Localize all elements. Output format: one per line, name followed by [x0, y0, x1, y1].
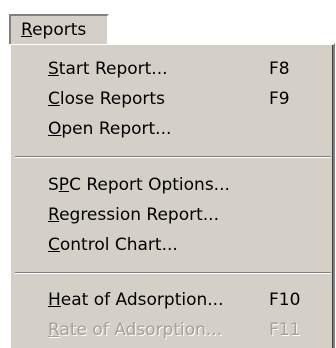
- menu-item-regression-report[interactable]: Regression Report...: [11, 200, 331, 230]
- menu-item-close-reports[interactable]: Close Reports F9: [11, 84, 331, 114]
- menu-item-label: SPC Report Options...: [48, 175, 230, 195]
- shortcut-label: F11: [269, 320, 301, 340]
- shortcut-label: F8: [269, 59, 290, 79]
- menu-item-label: Close Reports: [48, 89, 165, 109]
- menu-item-label: Heat of Adsorption...: [48, 290, 224, 310]
- menu-item-label: Open Report...: [48, 119, 172, 139]
- menu-reports[interactable]: Reports: [9, 14, 109, 44]
- menu-item-rate-of-adsorption: Rate of Adsorption... F11: [11, 315, 331, 345]
- menu-item-spc-report-options[interactable]: SPC Report Options...: [11, 170, 331, 200]
- shortcut-label: F10: [269, 290, 301, 310]
- menu-item-open-report[interactable]: Open Report...: [11, 114, 331, 144]
- menu-item-label: Start Report...: [48, 59, 168, 79]
- menu-item-label: Regression Report...: [48, 205, 219, 225]
- menu-item-heat-of-adsorption[interactable]: Heat of Adsorption... F10: [11, 285, 331, 315]
- menu-item-label: Control Chart...: [48, 235, 178, 255]
- shortcut-label: F9: [269, 89, 290, 109]
- menu-item-control-chart[interactable]: Control Chart...: [11, 230, 331, 260]
- menu-separator: [15, 272, 331, 274]
- menu-item-start-report[interactable]: Start Report... F8: [11, 54, 331, 84]
- menu-item-label: Rate of Adsorption...: [48, 320, 223, 340]
- reports-dropdown: Start Report... F8 Close Reports F9 Open…: [9, 43, 335, 348]
- menu-reports-label: Reports: [21, 20, 87, 40]
- menu-separator: [15, 156, 331, 158]
